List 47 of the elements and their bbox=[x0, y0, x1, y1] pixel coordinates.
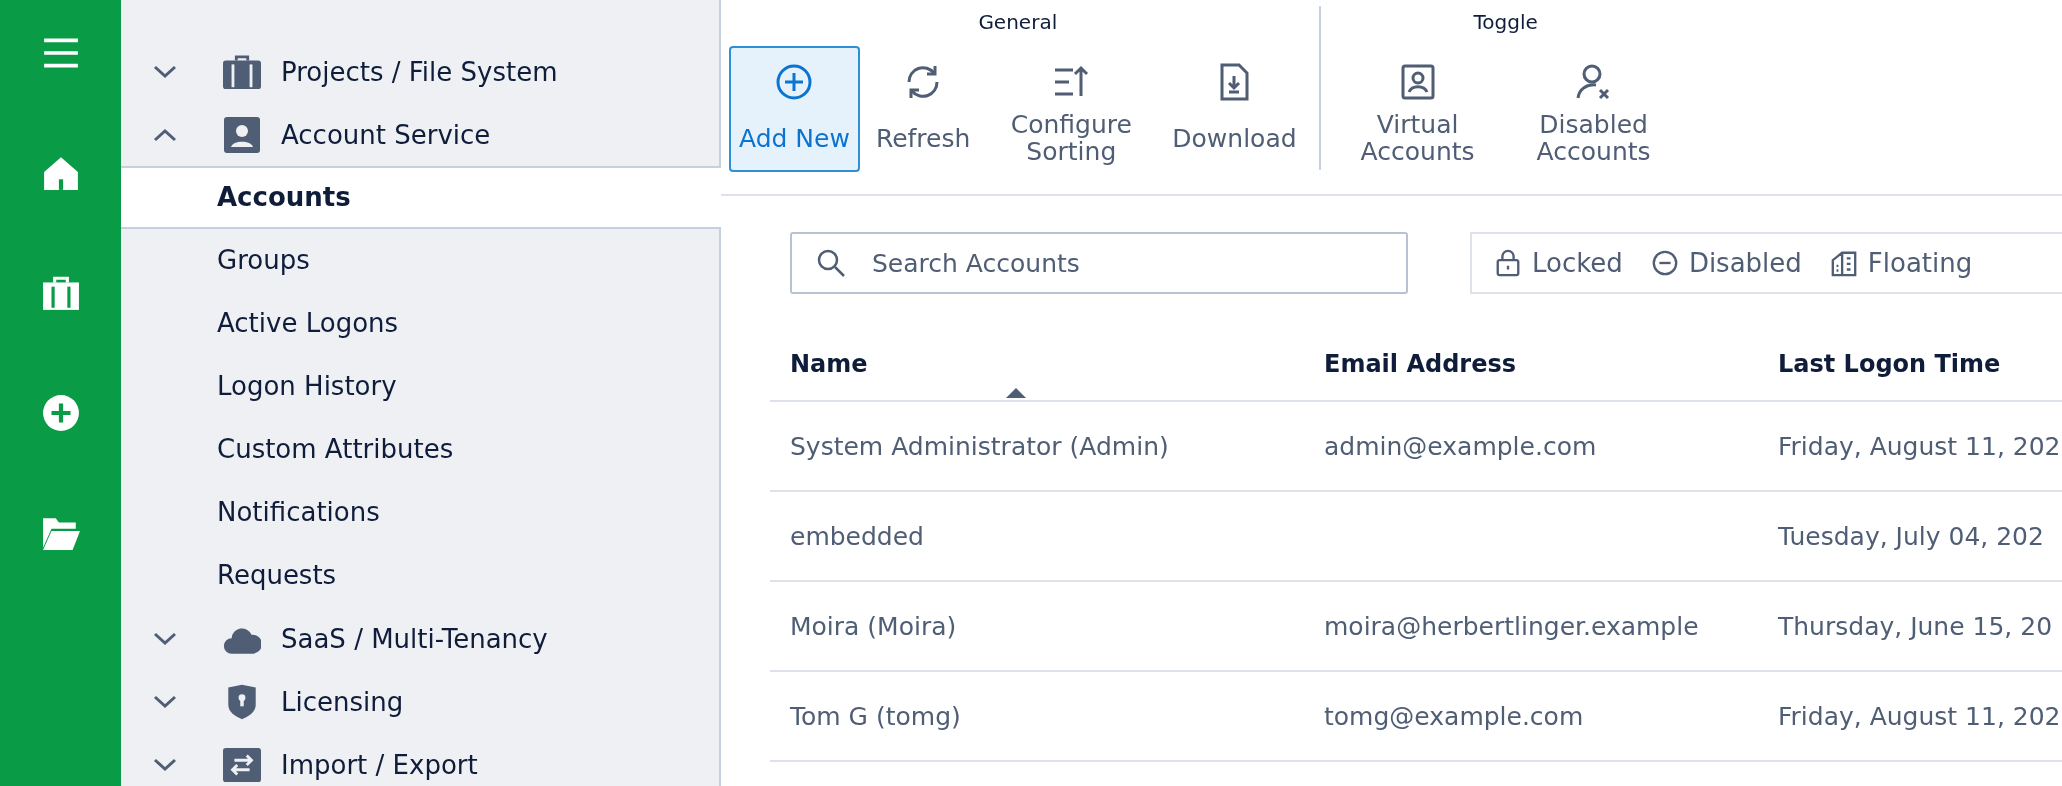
table-cell: Thursday, June 15, 20 bbox=[1778, 611, 2053, 641]
building-icon bbox=[1829, 249, 1858, 277]
swap-icon bbox=[223, 746, 261, 783]
filter-toggle[interactable]: Locked bbox=[1490, 244, 1627, 282]
toolbar-button[interactable]: Download bbox=[1162, 46, 1307, 172]
sidebar-item[interactable]: Groups bbox=[121, 229, 721, 292]
table-cell: Tom G (tomg) bbox=[790, 701, 961, 731]
table-cell: Tuesday, July 04, 202 bbox=[1778, 521, 2044, 551]
table-cell: Moira (Moira) bbox=[790, 611, 957, 641]
minus-circle-icon bbox=[1650, 249, 1679, 277]
toolbar-button[interactable]: Configure Sorting bbox=[986, 46, 1157, 172]
toolbar-button[interactable]: Add New bbox=[729, 46, 860, 172]
filter-toggle[interactable]: Floating bbox=[1825, 244, 1977, 282]
sidebar-group[interactable]: Projects / File System bbox=[121, 40, 719, 103]
sidebar-item[interactable]: Logon History bbox=[121, 355, 721, 418]
sidebar-item[interactable]: Active Logons bbox=[121, 292, 721, 355]
table-cell: embedded bbox=[790, 521, 924, 551]
sidebar-item[interactable]: Notifications bbox=[121, 481, 721, 544]
toolbar-button[interactable]: Virtual Accounts bbox=[1332, 46, 1503, 172]
add-icon[interactable] bbox=[41, 394, 80, 432]
table-cell: Friday, August 11, 202 bbox=[1778, 431, 2061, 461]
toolbar-button[interactable]: Disabled Accounts bbox=[1508, 46, 1679, 172]
sidebar-group[interactable]: Account Service bbox=[121, 103, 719, 166]
table-cell: admin@example.com bbox=[1324, 431, 1597, 461]
sidebar-group[interactable]: Licensing bbox=[121, 670, 719, 733]
sidebar-group[interactable]: SaaS / Multi-Tenancy bbox=[121, 607, 719, 670]
column-header[interactable]: Email Address bbox=[1304, 328, 1758, 400]
column-header[interactable]: Name bbox=[770, 328, 1304, 400]
search-field[interactable]: Search Accounts bbox=[790, 232, 1408, 294]
table-cell: tomg@example.com bbox=[1324, 701, 1584, 731]
toolbar-group-title: General bbox=[978, 9, 1058, 36]
briefcase-icon[interactable] bbox=[41, 274, 80, 312]
sidebar-item[interactable]: Accounts bbox=[121, 166, 721, 229]
sidebar-item[interactable]: Custom Attributes bbox=[121, 418, 721, 481]
table-cell: moira@herbertlinger.example bbox=[1324, 611, 1699, 641]
sidebar-item[interactable]: Requests bbox=[121, 544, 721, 607]
search-icon bbox=[816, 248, 846, 278]
toolbar-group-title: Toggle bbox=[1473, 9, 1538, 36]
filter-toggle[interactable]: Disabled bbox=[1646, 244, 1806, 282]
toolbar-button[interactable]: Refresh bbox=[865, 46, 981, 172]
column-header[interactable]: Last Logon Time bbox=[1758, 328, 2062, 400]
lock-icon bbox=[1494, 249, 1522, 277]
sidebar-group[interactable]: Import / Export bbox=[121, 733, 719, 786]
person-icon bbox=[223, 116, 261, 153]
table-cell: System Administrator (Admin) bbox=[790, 431, 1169, 461]
table-cell: Friday, August 11, 202 bbox=[1778, 701, 2061, 731]
briefcase-icon bbox=[223, 53, 261, 90]
